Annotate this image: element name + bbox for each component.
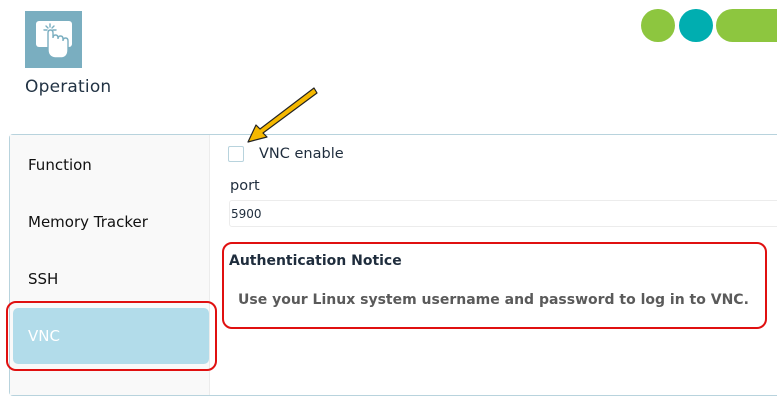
sidebar-item-memory-tracker[interactable]: Memory Tracker [13,194,209,250]
status-dot-green [641,9,675,42]
vnc-enable-row: VNC enable [228,145,344,163]
vnc-enable-label[interactable]: VNC enable [259,146,344,162]
status-pill-green [716,9,777,42]
status-dot-teal [679,9,713,42]
notice-text: Use your Linux system username and passw… [238,292,749,308]
port-input[interactable] [229,200,777,227]
sidebar: Function Memory Tracker SSH VNC [10,135,210,395]
sidebar-item-function[interactable]: Function [13,137,209,193]
port-label: port [230,178,260,194]
vnc-enable-checkbox[interactable] [228,146,244,162]
app-logo-icon [25,11,82,68]
sidebar-item-vnc[interactable]: VNC [13,308,209,364]
touch-hand-icon [35,20,72,59]
sidebar-item-ssh[interactable]: SSH [13,251,209,307]
notice-title: Authentication Notice [229,253,402,269]
page-title: Operation [25,77,112,97]
